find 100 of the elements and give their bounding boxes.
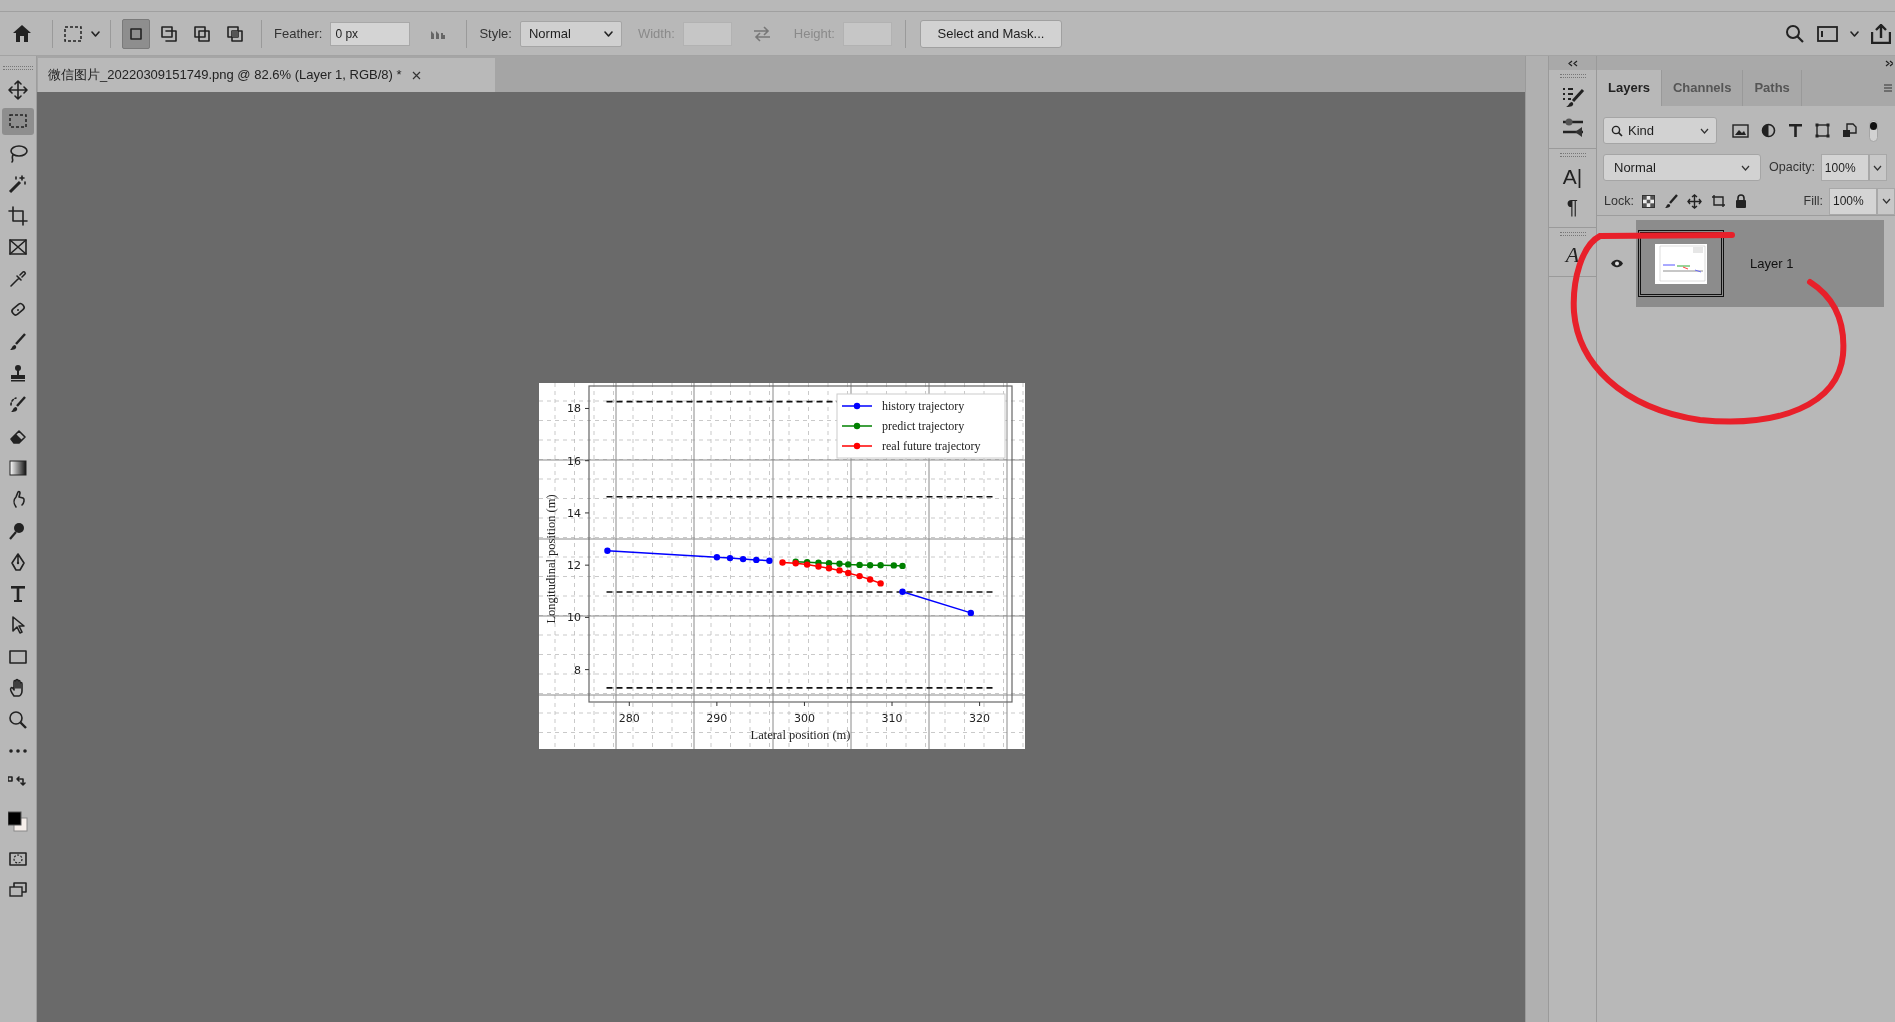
collapse-icon[interactable] xyxy=(1567,59,1578,67)
document-title: 微信图片_20220309151749.png @ 82.6% (Layer 1, RGB/8) * xyxy=(48,66,402,85)
data-point xyxy=(866,562,874,569)
tick-mark xyxy=(584,564,590,566)
lock-icon[interactable] xyxy=(1734,194,1747,208)
tick-mark xyxy=(803,701,805,707)
data-point xyxy=(739,555,747,563)
data-point xyxy=(877,562,884,569)
fill-field[interactable]: 100% xyxy=(1829,187,1877,215)
lock-label: Lock: xyxy=(1604,192,1634,210)
tick-label: 14 xyxy=(567,506,581,520)
overlapping-squares-icon xyxy=(225,23,245,44)
data-point xyxy=(753,556,760,564)
panel-glyph-button[interactable]: ¶ xyxy=(1566,191,1579,221)
caret-icon[interactable] xyxy=(1850,30,1859,37)
close-icon[interactable] xyxy=(411,70,421,80)
legend-label: predict trajectory xyxy=(882,419,965,433)
tick-mark xyxy=(891,701,893,707)
caret-icon xyxy=(1873,164,1883,171)
adjustment-filter-icon[interactable] xyxy=(1761,123,1776,138)
tick-mark xyxy=(584,460,590,462)
fill-label: Fill: xyxy=(1803,192,1823,210)
caret-icon xyxy=(1741,164,1750,171)
tick-mark xyxy=(584,669,590,671)
data-point xyxy=(766,557,773,564)
marquee-tool-icon[interactable] xyxy=(2,107,34,135)
tick-label: 10 xyxy=(567,611,581,625)
share-icon[interactable] xyxy=(1871,23,1891,44)
data-point xyxy=(899,562,906,570)
eye-icon[interactable] xyxy=(1609,259,1624,268)
tick-mark xyxy=(716,701,718,707)
tick-label: 300 xyxy=(793,712,815,725)
fill-chevron[interactable] xyxy=(1877,187,1895,215)
tick-label: 12 xyxy=(567,559,581,573)
data-point xyxy=(890,562,897,569)
x-axis-label: Lateral position (m) xyxy=(750,728,851,742)
feather-label: Feather: xyxy=(274,24,323,43)
caret-icon xyxy=(1881,198,1891,204)
data-point xyxy=(713,554,721,561)
data-point xyxy=(856,561,863,569)
style-dropdown[interactable]: Normal xyxy=(519,20,622,47)
image-filter-icon[interactable] xyxy=(1732,123,1749,138)
legend-marker xyxy=(841,442,873,450)
lock-artboard-icon[interactable] xyxy=(1710,194,1726,208)
legend-marker xyxy=(841,402,873,410)
document-tab[interactable]: 微信图片_20220309151749.png @ 82.6% (Layer 1, RGB/8) * xyxy=(38,58,495,92)
tick-label: 290 xyxy=(706,712,728,725)
tick-mark xyxy=(979,701,981,707)
legend-label: history trajectory xyxy=(882,399,965,413)
data-point xyxy=(899,588,906,595)
data-point xyxy=(856,572,863,580)
tick-mark xyxy=(584,407,590,409)
caret-icon xyxy=(603,30,613,37)
tick-label: 8 xyxy=(574,663,581,677)
filter-toggle[interactable] xyxy=(1869,119,1878,142)
layer-row[interactable]: Layer 1 xyxy=(1636,220,1884,307)
caret-icon[interactable] xyxy=(91,30,100,37)
expand-icon[interactable] xyxy=(1885,59,1893,67)
selection-mode-button[interactable] xyxy=(122,18,150,49)
style-label: Style: xyxy=(479,24,512,43)
lock-pixels-icon[interactable] xyxy=(1641,194,1655,208)
blend-mode-dropdown[interactable]: Normal xyxy=(1603,154,1761,181)
tick-label: 16 xyxy=(567,454,581,468)
tick-label: 320 xyxy=(969,712,991,725)
overlapping-squares-icon xyxy=(159,23,179,44)
select-and-mask-button[interactable]: Select and Mask... xyxy=(920,19,1062,48)
caret-icon xyxy=(1700,127,1709,134)
lock-move-icon[interactable] xyxy=(1686,193,1702,209)
overlapping-squares-icon xyxy=(192,23,212,44)
panel-tab[interactable]: Layers xyxy=(1597,70,1662,106)
marquee-icon[interactable] xyxy=(63,24,83,43)
filter-dropdown[interactable]: Kind xyxy=(1603,117,1717,144)
tick-mark xyxy=(584,512,590,514)
data-point xyxy=(779,559,786,566)
tick-label: 310 xyxy=(881,712,903,725)
data-point xyxy=(877,580,884,587)
shape-filter-icon[interactable] xyxy=(1815,123,1830,138)
legend-marker xyxy=(841,422,873,430)
tick-mark xyxy=(628,701,630,707)
opacity-label: Opacity: xyxy=(1769,159,1815,177)
type-filter-icon[interactable] xyxy=(1788,123,1803,138)
panel-glyph-button[interactable]: A xyxy=(1565,240,1580,270)
panel-glyph-button[interactable]: A| xyxy=(1562,161,1583,191)
data-point xyxy=(967,609,974,617)
lock-brush-icon[interactable] xyxy=(1663,193,1678,209)
tick-label: 280 xyxy=(618,712,640,725)
workspace-icon[interactable] xyxy=(1817,25,1838,42)
data-point xyxy=(726,554,734,562)
layer-name: Layer 1 xyxy=(1750,254,1794,273)
y-axis-label: Longitudinal position (m) xyxy=(544,494,558,624)
tick-label: 18 xyxy=(567,402,581,416)
legend-label: real future trajectory xyxy=(882,439,981,453)
search-icon[interactable] xyxy=(1785,23,1805,44)
feather-field[interactable]: 0 px xyxy=(330,21,411,46)
data-point xyxy=(866,576,874,583)
home-icon[interactable] xyxy=(12,24,32,43)
smart-object-filter-icon[interactable] xyxy=(1842,123,1857,138)
opacity-field[interactable]: 100% xyxy=(1820,154,1869,181)
data-point xyxy=(604,547,611,554)
tick-mark xyxy=(584,616,590,618)
